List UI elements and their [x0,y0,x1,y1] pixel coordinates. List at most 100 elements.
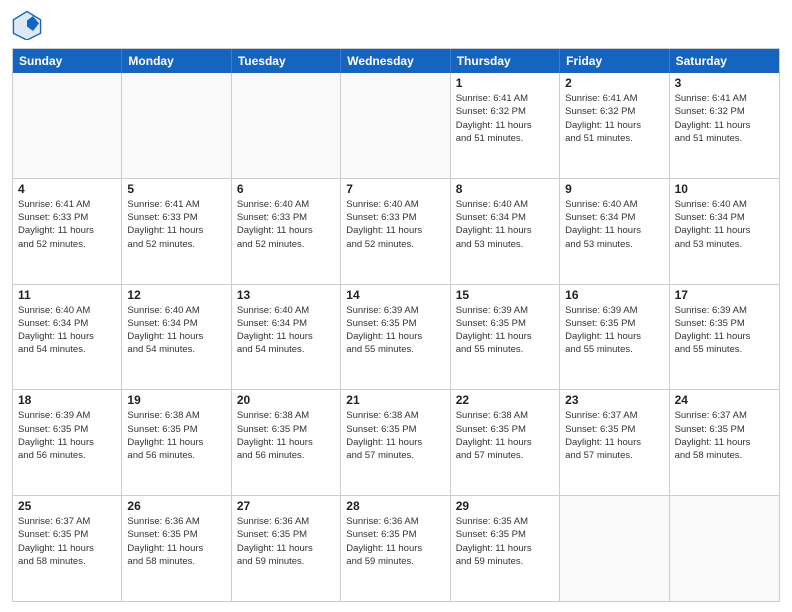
day-info: Sunrise: 6:37 AMSunset: 6:35 PMDaylight:… [565,409,663,462]
day-number: 16 [565,288,663,302]
calendar-header-cell: Thursday [451,49,560,73]
day-info: Sunrise: 6:40 AMSunset: 6:34 PMDaylight:… [675,198,774,251]
calendar-cell: 17 Sunrise: 6:39 AMSunset: 6:35 PMDayligh… [670,285,779,390]
calendar-cell [341,73,450,178]
day-info: Sunrise: 6:39 AMSunset: 6:35 PMDaylight:… [565,304,663,357]
day-info: Sunrise: 6:36 AMSunset: 6:35 PMDaylight:… [237,515,335,568]
day-info: Sunrise: 6:41 AMSunset: 6:32 PMDaylight:… [456,92,554,145]
day-number: 15 [456,288,554,302]
day-number: 13 [237,288,335,302]
day-info: Sunrise: 6:41 AMSunset: 6:33 PMDaylight:… [18,198,116,251]
day-info: Sunrise: 6:41 AMSunset: 6:32 PMDaylight:… [675,92,774,145]
day-number: 10 [675,182,774,196]
calendar-cell [13,73,122,178]
calendar-cell: 12Sunrise: 6:40 AMSunset: 6:34 PMDayligh… [122,285,231,390]
calendar-cell: 22 Sunrise: 6:38 AMSunset: 6:35 PMDayligh… [451,390,560,495]
day-number: 22 [456,393,554,407]
calendar-cell: 23 Sunrise: 6:37 AMSunset: 6:35 PMDayligh… [560,390,669,495]
calendar-header-cell: Saturday [670,49,779,73]
day-info: Sunrise: 6:36 AMSunset: 6:35 PMDaylight:… [346,515,444,568]
calendar-row: 25 Sunrise: 6:37 AMSunset: 6:35 PMDayligh… [13,495,779,601]
day-info: Sunrise: 6:40 AMSunset: 6:34 PMDaylight:… [237,304,335,357]
calendar-cell: 20 Sunrise: 6:38 AMSunset: 6:35 PMDayligh… [232,390,341,495]
day-info: Sunrise: 6:40 AMSunset: 6:34 PMDaylight:… [456,198,554,251]
calendar-cell: 13 Sunrise: 6:40 AMSunset: 6:34 PMDayligh… [232,285,341,390]
calendar-cell [232,73,341,178]
calendar-header-cell: Wednesday [341,49,450,73]
day-number: 17 [675,288,774,302]
day-number: 19 [127,393,225,407]
day-info: Sunrise: 6:37 AMSunset: 6:35 PMDaylight:… [18,515,116,568]
calendar-cell [122,73,231,178]
calendar-cell: 10 Sunrise: 6:40 AMSunset: 6:34 PMDayligh… [670,179,779,284]
day-info: Sunrise: 6:38 AMSunset: 6:35 PMDaylight:… [127,409,225,462]
day-number: 4 [18,182,116,196]
calendar-cell [560,496,669,601]
calendar-cell: 21 Sunrise: 6:38 AMSunset: 6:35 PMDayligh… [341,390,450,495]
day-info: Sunrise: 6:39 AMSunset: 6:35 PMDaylight:… [675,304,774,357]
calendar-cell [670,496,779,601]
calendar-cell: 7 Sunrise: 6:40 AMSunset: 6:33 PMDaylight… [341,179,450,284]
calendar-cell: 18Sunrise: 6:39 AMSunset: 6:35 PMDayligh… [13,390,122,495]
day-info: Sunrise: 6:38 AMSunset: 6:35 PMDaylight:… [237,409,335,462]
day-number: 6 [237,182,335,196]
calendar-body: 1 Sunrise: 6:41 AMSunset: 6:32 PMDaylight… [13,73,779,601]
calendar-cell: 1 Sunrise: 6:41 AMSunset: 6:32 PMDaylight… [451,73,560,178]
day-number: 11 [18,288,116,302]
day-number: 21 [346,393,444,407]
calendar: SundayMondayTuesdayWednesdayThursdayFrid… [12,48,780,602]
calendar-header-cell: Tuesday [232,49,341,73]
calendar-cell: 28 Sunrise: 6:36 AMSunset: 6:35 PMDayligh… [341,496,450,601]
day-number: 2 [565,76,663,90]
calendar-cell: 14 Sunrise: 6:39 AMSunset: 6:35 PMDayligh… [341,285,450,390]
calendar-header-row: SundayMondayTuesdayWednesdayThursdayFrid… [13,49,779,73]
day-info: Sunrise: 6:41 AMSunset: 6:33 PMDaylight:… [127,198,225,251]
day-number: 28 [346,499,444,513]
day-info: Sunrise: 6:36 AMSunset: 6:35 PMDaylight:… [127,515,225,568]
day-number: 14 [346,288,444,302]
day-number: 27 [237,499,335,513]
day-info: Sunrise: 6:40 AMSunset: 6:33 PMDaylight:… [237,198,335,251]
calendar-cell: 6 Sunrise: 6:40 AMSunset: 6:33 PMDaylight… [232,179,341,284]
calendar-header-cell: Sunday [13,49,122,73]
day-number: 7 [346,182,444,196]
day-info: Sunrise: 6:40 AMSunset: 6:33 PMDaylight:… [346,198,444,251]
day-info: Sunrise: 6:39 AMSunset: 6:35 PMDaylight:… [346,304,444,357]
day-info: Sunrise: 6:37 AMSunset: 6:35 PMDaylight:… [675,409,774,462]
calendar-cell: 27 Sunrise: 6:36 AMSunset: 6:35 PMDayligh… [232,496,341,601]
day-number: 3 [675,76,774,90]
calendar-row: 4 Sunrise: 6:41 AMSunset: 6:33 PMDaylight… [13,178,779,284]
calendar-cell: 2Sunrise: 6:41 AMSunset: 6:32 PMDaylight… [560,73,669,178]
calendar-cell: 29 Sunrise: 6:35 AMSunset: 6:35 PMDayligh… [451,496,560,601]
day-info: Sunrise: 6:38 AMSunset: 6:35 PMDaylight:… [456,409,554,462]
day-number: 25 [18,499,116,513]
day-number: 1 [456,76,554,90]
day-info: Sunrise: 6:38 AMSunset: 6:35 PMDaylight:… [346,409,444,462]
calendar-cell: 9Sunrise: 6:40 AMSunset: 6:34 PMDaylight… [560,179,669,284]
calendar-cell: 24 Sunrise: 6:37 AMSunset: 6:35 PMDayligh… [670,390,779,495]
calendar-cell: 19 Sunrise: 6:38 AMSunset: 6:35 PMDayligh… [122,390,231,495]
day-number: 26 [127,499,225,513]
day-info: Sunrise: 6:39 AMSunset: 6:35 PMDaylight:… [18,409,116,462]
day-info: Sunrise: 6:39 AMSunset: 6:35 PMDaylight:… [456,304,554,357]
day-number: 5 [127,182,225,196]
day-info: Sunrise: 6:35 AMSunset: 6:35 PMDaylight:… [456,515,554,568]
day-number: 9 [565,182,663,196]
day-number: 29 [456,499,554,513]
calendar-cell: 16 Sunrise: 6:39 AMSunset: 6:35 PMDayligh… [560,285,669,390]
day-number: 23 [565,393,663,407]
day-number: 20 [237,393,335,407]
logo-icon [12,10,42,40]
day-info: Sunrise: 6:40 AMSunset: 6:34 PMDaylight:… [127,304,225,357]
calendar-row: 11 Sunrise: 6:40 AMSunset: 6:34 PMDayligh… [13,284,779,390]
calendar-row: 18Sunrise: 6:39 AMSunset: 6:35 PMDayligh… [13,389,779,495]
page: SundayMondayTuesdayWednesdayThursdayFrid… [0,0,792,612]
calendar-cell: 4 Sunrise: 6:41 AMSunset: 6:33 PMDaylight… [13,179,122,284]
calendar-header-cell: Friday [560,49,669,73]
calendar-cell: 25 Sunrise: 6:37 AMSunset: 6:35 PMDayligh… [13,496,122,601]
day-number: 24 [675,393,774,407]
header [12,10,780,40]
calendar-row: 1 Sunrise: 6:41 AMSunset: 6:32 PMDaylight… [13,73,779,178]
logo [12,10,46,40]
calendar-cell: 8Sunrise: 6:40 AMSunset: 6:34 PMDaylight… [451,179,560,284]
